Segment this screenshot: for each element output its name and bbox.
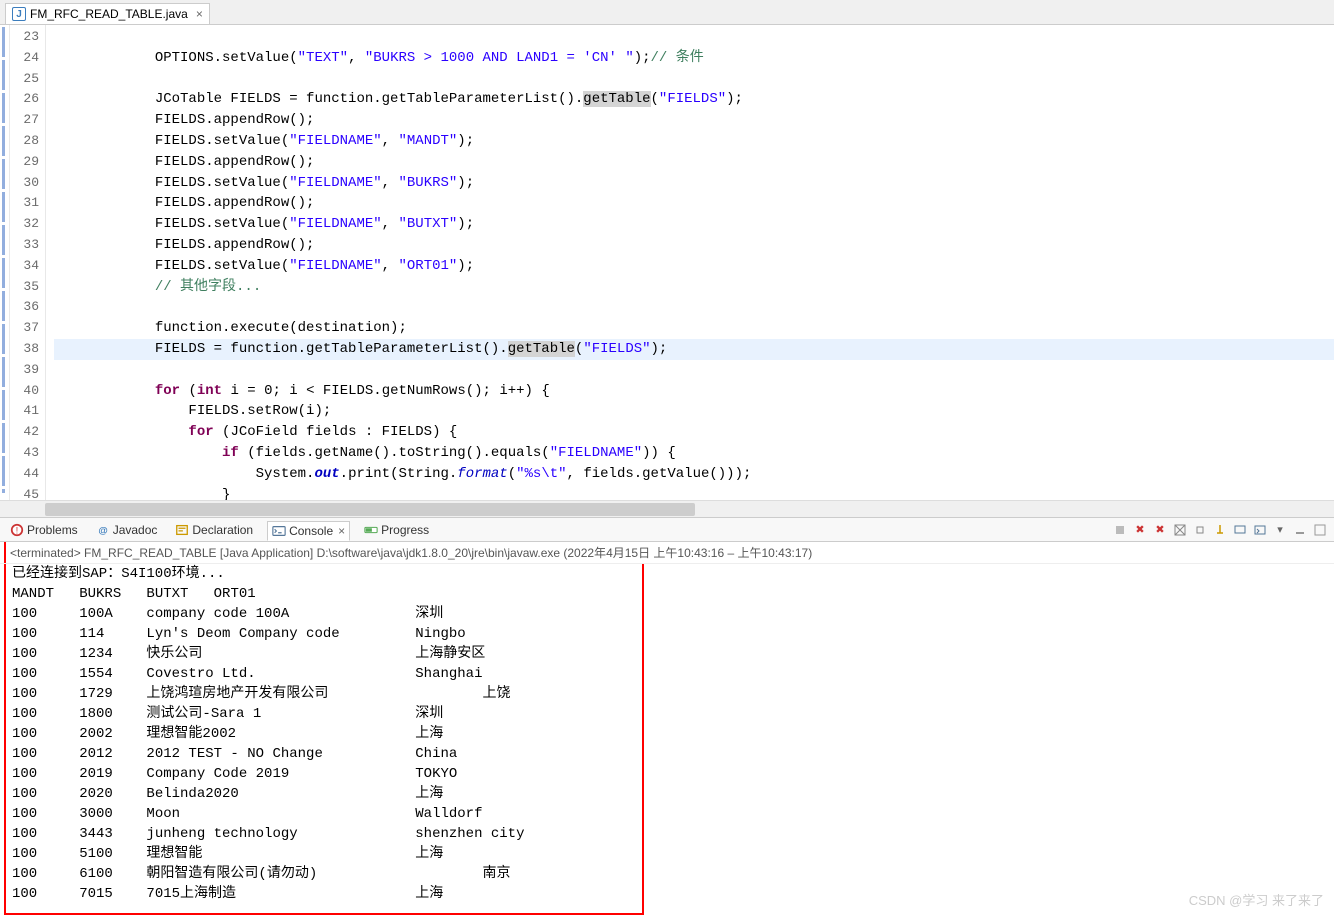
terminate-icon[interactable]: [1112, 522, 1128, 538]
tab-declaration[interactable]: Declaration: [171, 521, 257, 539]
tab-label: Declaration: [192, 523, 253, 537]
tab-javadoc[interactable]: @ Javadoc: [92, 521, 162, 539]
console-output-wrap: 已经连接到SAP：S4I100环境...MANDT BUKRS BUTXT OR…: [0, 564, 1334, 915]
javadoc-icon: @: [96, 523, 110, 537]
java-file-icon: J: [12, 7, 26, 21]
tab-label: Console: [289, 524, 333, 538]
chevron-down-icon[interactable]: ▾: [1272, 522, 1288, 538]
maximize-icon[interactable]: [1312, 522, 1328, 538]
line-number-gutter: 2324252627282930313233343536373839404142…: [10, 25, 46, 500]
minimize-icon[interactable]: [1292, 522, 1308, 538]
tab-label: Progress: [381, 523, 429, 537]
pin-icon[interactable]: [1212, 522, 1228, 538]
close-icon[interactable]: ×: [196, 7, 203, 21]
display-icon[interactable]: [1232, 522, 1248, 538]
horizontal-scrollbar[interactable]: [0, 500, 1334, 517]
overview-ruler: [0, 25, 10, 500]
problems-icon: !: [10, 523, 24, 537]
close-icon[interactable]: ×: [338, 524, 345, 538]
remove-icon[interactable]: ✖: [1132, 522, 1148, 538]
clear-icon[interactable]: [1172, 522, 1188, 538]
code-editor[interactable]: 2324252627282930313233343536373839404142…: [0, 25, 1334, 500]
console-launch-info: <terminated> FM_RFC_READ_TABLE [Java App…: [0, 542, 1334, 564]
svg-text:@: @: [98, 525, 107, 536]
console-output[interactable]: 已经连接到SAP：S4I100环境...MANDT BUKRS BUTXT OR…: [4, 564, 644, 915]
tab-progress[interactable]: Progress: [360, 521, 433, 539]
watermark: CSDN @学习 来了来了: [1189, 890, 1324, 909]
tab-label: Javadoc: [113, 523, 158, 537]
tab-console[interactable]: Console ×: [267, 521, 350, 541]
progress-icon: [364, 523, 378, 537]
console-icon: [272, 524, 286, 538]
open-console-icon[interactable]: [1252, 522, 1268, 538]
file-tab-label: FM_RFC_READ_TABLE.java: [30, 7, 188, 21]
remove-all-icon[interactable]: ✖: [1152, 522, 1168, 538]
editor-tab-bar: J FM_RFC_READ_TABLE.java ×: [0, 0, 1334, 25]
file-tab[interactable]: J FM_RFC_READ_TABLE.java ×: [5, 3, 210, 24]
code-area[interactable]: OPTIONS.setValue("TEXT", "BUKRS > 1000 A…: [46, 25, 1334, 500]
svg-text:!: !: [16, 525, 18, 535]
tab-label: Problems: [27, 523, 78, 537]
declaration-icon: [175, 523, 189, 537]
scrollbar-thumb[interactable]: [45, 503, 695, 516]
console-toolbar: ✖ ✖ ▾: [1112, 522, 1328, 538]
bottom-view-tabs: ! Problems @ Javadoc Declaration Console…: [0, 517, 1334, 542]
tab-problems[interactable]: ! Problems: [6, 521, 82, 539]
scroll-lock-icon[interactable]: [1192, 522, 1208, 538]
